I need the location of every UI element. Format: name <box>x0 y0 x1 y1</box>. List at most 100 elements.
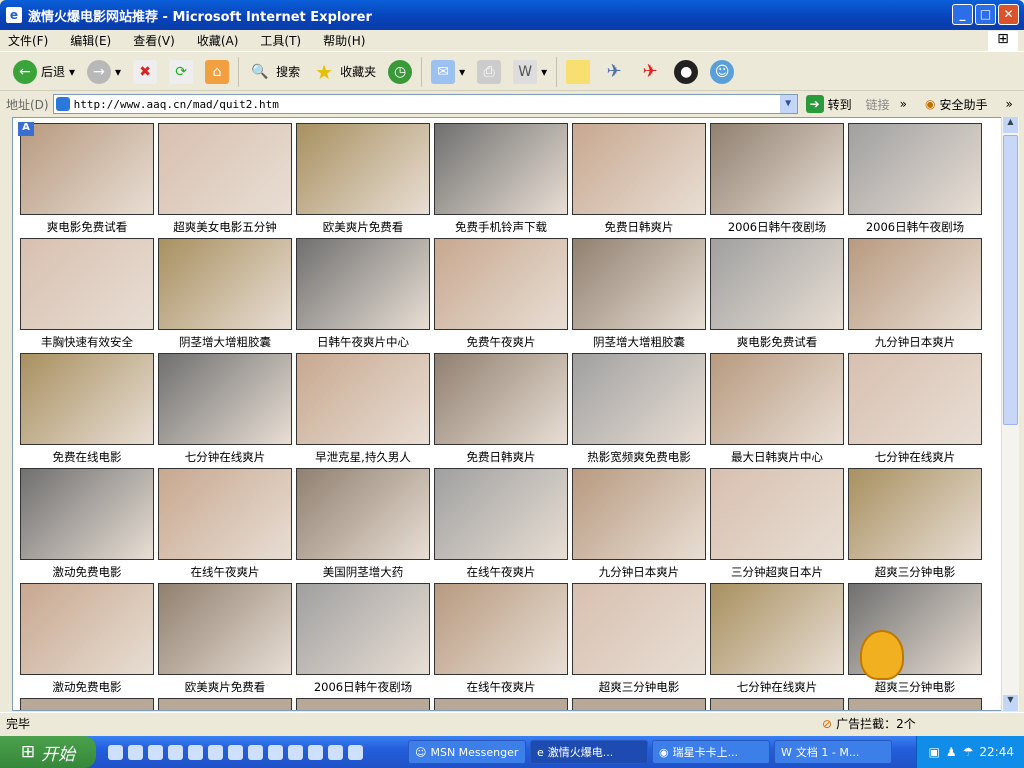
task-rising[interactable]: ◉ 瑞星卡卡上... <box>652 740 770 764</box>
thumbnail-caption[interactable]: 超爽美女电影五分钟 <box>156 219 294 235</box>
thumbnail-caption[interactable]: 丰胸快速有效安全 <box>18 334 156 350</box>
thumbnail-caption[interactable]: 免费在线电影 <box>18 449 156 465</box>
thumbnail-link[interactable]: 在线午夜爽片 <box>156 468 294 580</box>
links-chevron-icon[interactable]: » <box>900 97 907 111</box>
thumbnail-link[interactable]: 爽电影免费试看 <box>18 123 156 235</box>
history-button[interactable]: ◷ <box>385 58 415 86</box>
vertical-scrollbar[interactable]: ▲ ▼ <box>1001 117 1019 711</box>
thumbnail-link[interactable]: 欧美爽片免费看 <box>294 123 432 235</box>
favorites-button[interactable]: ★ 收藏夹 <box>309 58 379 86</box>
thumbnail-link[interactable]: 热影宽频爽免费电影 <box>570 353 708 465</box>
thumbnail-image[interactable] <box>296 698 430 710</box>
thumbnail-link[interactable] <box>156 698 294 710</box>
thumbnail-link[interactable] <box>846 698 984 710</box>
start-button[interactable]: ⊞ 开始 <box>0 736 96 768</box>
thumbnail-caption[interactable]: 超爽三分钟电影 <box>846 564 984 580</box>
thumbnail-link[interactable]: 超爽三分钟电影 <box>846 468 984 580</box>
menu-favorites[interactable]: 收藏(A) <box>197 32 239 49</box>
thumbnail-caption[interactable]: 七分钟在线爽片 <box>156 449 294 465</box>
thumbnail-link[interactable]: 免费手机铃声下载 <box>432 123 570 235</box>
thumbnail-caption[interactable]: 爽电影免费试看 <box>708 334 846 350</box>
thumbnail-link[interactable]: 激动免费电影 <box>18 468 156 580</box>
thumbnail-image[interactable] <box>572 238 706 330</box>
quicklaunch-icon[interactable] <box>168 744 183 760</box>
quicklaunch-icon[interactable] <box>268 744 283 760</box>
quicklaunch-icon[interactable] <box>208 744 223 760</box>
thumbnail-image[interactable] <box>572 468 706 560</box>
quicklaunch-icon[interactable] <box>248 744 263 760</box>
thumbnail-link[interactable] <box>570 698 708 710</box>
safety-assistant-button[interactable]: 安全助手 <box>939 96 987 113</box>
thumbnail-link[interactable]: 在线午夜爽片 <box>432 583 570 695</box>
search-button[interactable]: 🔍 搜索 <box>245 58 303 86</box>
thumbnail-caption[interactable]: 2006日韩午夜剧场 <box>708 219 846 235</box>
thumbnail-link[interactable]: 阴茎增大增粗胶囊 <box>570 238 708 350</box>
quicklaunch-icon[interactable] <box>148 744 163 760</box>
thumbnail-image[interactable] <box>710 583 844 675</box>
thumbnail-caption[interactable]: 三分钟超爽日本片 <box>708 564 846 580</box>
mail-button[interactable]: ✉ ▾ <box>428 58 468 86</box>
thumbnail-caption[interactable]: 美国阴茎增大药 <box>294 564 432 580</box>
thumbnail-link[interactable]: 在线午夜爽片 <box>432 468 570 580</box>
thumbnail-image[interactable] <box>848 353 982 445</box>
thumbnail-image[interactable] <box>20 353 154 445</box>
scroll-up-button[interactable]: ▲ <box>1003 117 1018 133</box>
back-button[interactable]: ← 后退 ▾ <box>10 58 78 86</box>
thumbnail-image[interactable] <box>572 123 706 215</box>
thumbnail-caption[interactable]: 热影宽频爽免费电影 <box>570 449 708 465</box>
thumbnail-caption[interactable]: 2006日韩午夜剧场 <box>846 219 984 235</box>
thumbnail-image[interactable] <box>434 238 568 330</box>
thumbnail-caption[interactable]: 七分钟在线爽片 <box>846 449 984 465</box>
ads-blocked-count[interactable]: 广告拦截：2个 <box>836 715 916 732</box>
thumbnail-link[interactable]: 爽电影免费试看 <box>708 238 846 350</box>
thumbnail-image[interactable] <box>296 238 430 330</box>
flashget-button[interactable]: ✈ <box>599 58 629 86</box>
thumbnail-link[interactable]: 阴茎增大增粗胶囊 <box>156 238 294 350</box>
task-msn[interactable]: ☺ MSN Messenger <box>408 740 526 764</box>
thumbnail-caption[interactable]: 免费手机铃声下载 <box>432 219 570 235</box>
thumbnail-link[interactable]: 七分钟在线爽片 <box>708 583 846 695</box>
thumbnail-caption[interactable]: 九分钟日本爽片 <box>570 564 708 580</box>
thumbnail-image[interactable] <box>848 238 982 330</box>
thumbnail-image[interactable] <box>710 353 844 445</box>
thumbnail-link[interactable]: 超爽三分钟电影 <box>570 583 708 695</box>
user-icon[interactable]: ♟ <box>946 745 957 759</box>
thumbnail-link[interactable]: 激动免费电影 <box>18 583 156 695</box>
scroll-down-button[interactable]: ▼ <box>1003 695 1018 711</box>
thumbnail-image[interactable] <box>572 698 706 710</box>
thumbnail-link[interactable]: 七分钟在线爽片 <box>156 353 294 465</box>
task-word[interactable]: W 文档 1 - M... <box>774 740 892 764</box>
messenger-button[interactable]: ☺ <box>707 58 737 86</box>
thumbnail-link[interactable] <box>18 698 156 710</box>
thumbnail-link[interactable]: 超爽美女电影五分钟 <box>156 123 294 235</box>
popup-blocker-icon[interactable]: ⊘ <box>822 717 832 731</box>
thumbnail-image[interactable] <box>20 583 154 675</box>
thumbnail-link[interactable]: 九分钟日本爽片 <box>846 238 984 350</box>
thumbnail-caption[interactable]: 七分钟在线爽片 <box>708 679 846 695</box>
thumbnail-link[interactable] <box>432 698 570 710</box>
thumbnail-caption[interactable]: 九分钟日本爽片 <box>846 334 984 350</box>
thumbnail-image[interactable] <box>572 583 706 675</box>
thumbnail-link[interactable]: 七分钟在线爽片 <box>846 353 984 465</box>
thumbnail-link[interactable]: 2006日韩午夜剧场 <box>846 123 984 235</box>
menu-edit[interactable]: 编辑(E) <box>70 32 111 49</box>
thumbnail-caption[interactable]: 爽电影免费试看 <box>18 219 156 235</box>
thumbnail-caption[interactable]: 2006日韩午夜剧场 <box>294 679 432 695</box>
lion-mascot-icon[interactable] <box>860 630 904 680</box>
thumbnail-image[interactable] <box>20 468 154 560</box>
thumbnail-image[interactable] <box>848 123 982 215</box>
thumbnail-link[interactable]: 日韩午夜爽片中心 <box>294 238 432 350</box>
close-button[interactable]: ✕ <box>998 4 1019 25</box>
thumbnail-caption[interactable]: 欧美爽片免费看 <box>156 679 294 695</box>
thumbnail-link[interactable]: 九分钟日本爽片 <box>570 468 708 580</box>
menu-help[interactable]: 帮助(H) <box>323 32 365 49</box>
go-button[interactable]: ➔ 转到 <box>805 95 852 113</box>
menu-view[interactable]: 查看(V) <box>133 32 175 49</box>
home-button[interactable]: ⌂ <box>202 58 232 86</box>
quicklaunch-icon[interactable] <box>128 744 143 760</box>
minimize-button[interactable]: _ <box>952 4 973 25</box>
thumbnail-caption[interactable]: 超爽三分钟电影 <box>846 679 984 695</box>
thumbnail-image[interactable] <box>710 123 844 215</box>
thumbnail-image[interactable] <box>20 238 154 330</box>
thumbnail-caption[interactable]: 阴茎增大增粗胶囊 <box>570 334 708 350</box>
